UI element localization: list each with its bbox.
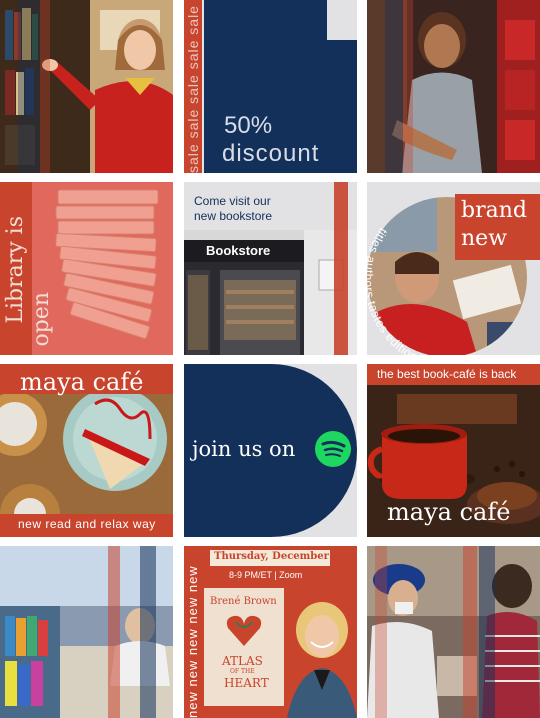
book-title-3: HEART <box>224 676 269 690</box>
tile-smiling-woman[interactable] <box>367 0 540 173</box>
street-photo <box>367 546 540 718</box>
tile-spotify[interactable]: join us on <box>184 364 357 537</box>
author-photo <box>287 600 357 718</box>
svg-text:titles authors tastes editions: titles authors tastes editions books fla… <box>367 225 501 355</box>
bookstore-line-1: Come visit our <box>194 194 271 208</box>
bookstore-red-stripe <box>334 182 348 355</box>
discount-line-1: 50% <box>224 112 273 139</box>
tile-bookstore[interactable]: Come visit our new bookstore Bookstore <box>184 182 357 355</box>
book-title-2: OF THE <box>230 668 255 675</box>
event-repeat-text: new new new new new <box>185 565 200 718</box>
event-time: 8-9 PM/ET | Zoom <box>229 570 303 580</box>
brand-new-arc-text: titles authors tastes editions books fla… <box>367 225 501 355</box>
tile-brand-new[interactable]: brand new titles authors tastes editions… <box>367 182 540 355</box>
tile-street-photo[interactable] <box>367 546 540 718</box>
book-stack-illustration <box>55 189 159 339</box>
tile-maya-cafe-cake[interactable]: maya café new read and relax way <box>0 364 173 537</box>
arc-text-path: titles authors tastes editions books fla… <box>367 225 500 355</box>
bookstore-sign: Bookstore <box>206 243 271 258</box>
sale-corner-fill <box>327 0 357 40</box>
tile-event[interactable]: new new new new new Thursday, December 2… <box>184 546 357 718</box>
sale-repeat-text: sale sale sale sale sale <box>184 0 202 173</box>
tile-maya-cafe-coffee[interactable]: the best book-café is back maya café <box>367 364 540 537</box>
discount-line-2: discount <box>222 140 320 167</box>
spotify-text: join us on <box>192 437 296 461</box>
maya-cafe-header-2: the best book-café is back <box>377 367 517 381</box>
book-author: Brené Brown <box>210 596 277 607</box>
tile-bookshop-stalls[interactable] <box>0 546 173 718</box>
tile-sale[interactable]: sale sale sale sale sale 50% discount <box>184 0 357 173</box>
maya-cafe-footer-1: new read and relax way <box>18 517 156 531</box>
heart-illustration <box>226 615 262 646</box>
maya-cafe-title-1: maya café <box>20 368 144 396</box>
tile-library-woman[interactable] <box>0 0 173 173</box>
book-title-1: ATLAS <box>222 654 263 668</box>
maya-cafe-title-2: maya café <box>387 498 511 526</box>
tile-library-open[interactable]: Library is open <box>0 182 173 355</box>
event-date: Thursday, December 2nd <box>214 551 354 562</box>
spotify-icon[interactable] <box>315 431 351 467</box>
bookstore-line-2: new bookstore <box>194 209 273 223</box>
